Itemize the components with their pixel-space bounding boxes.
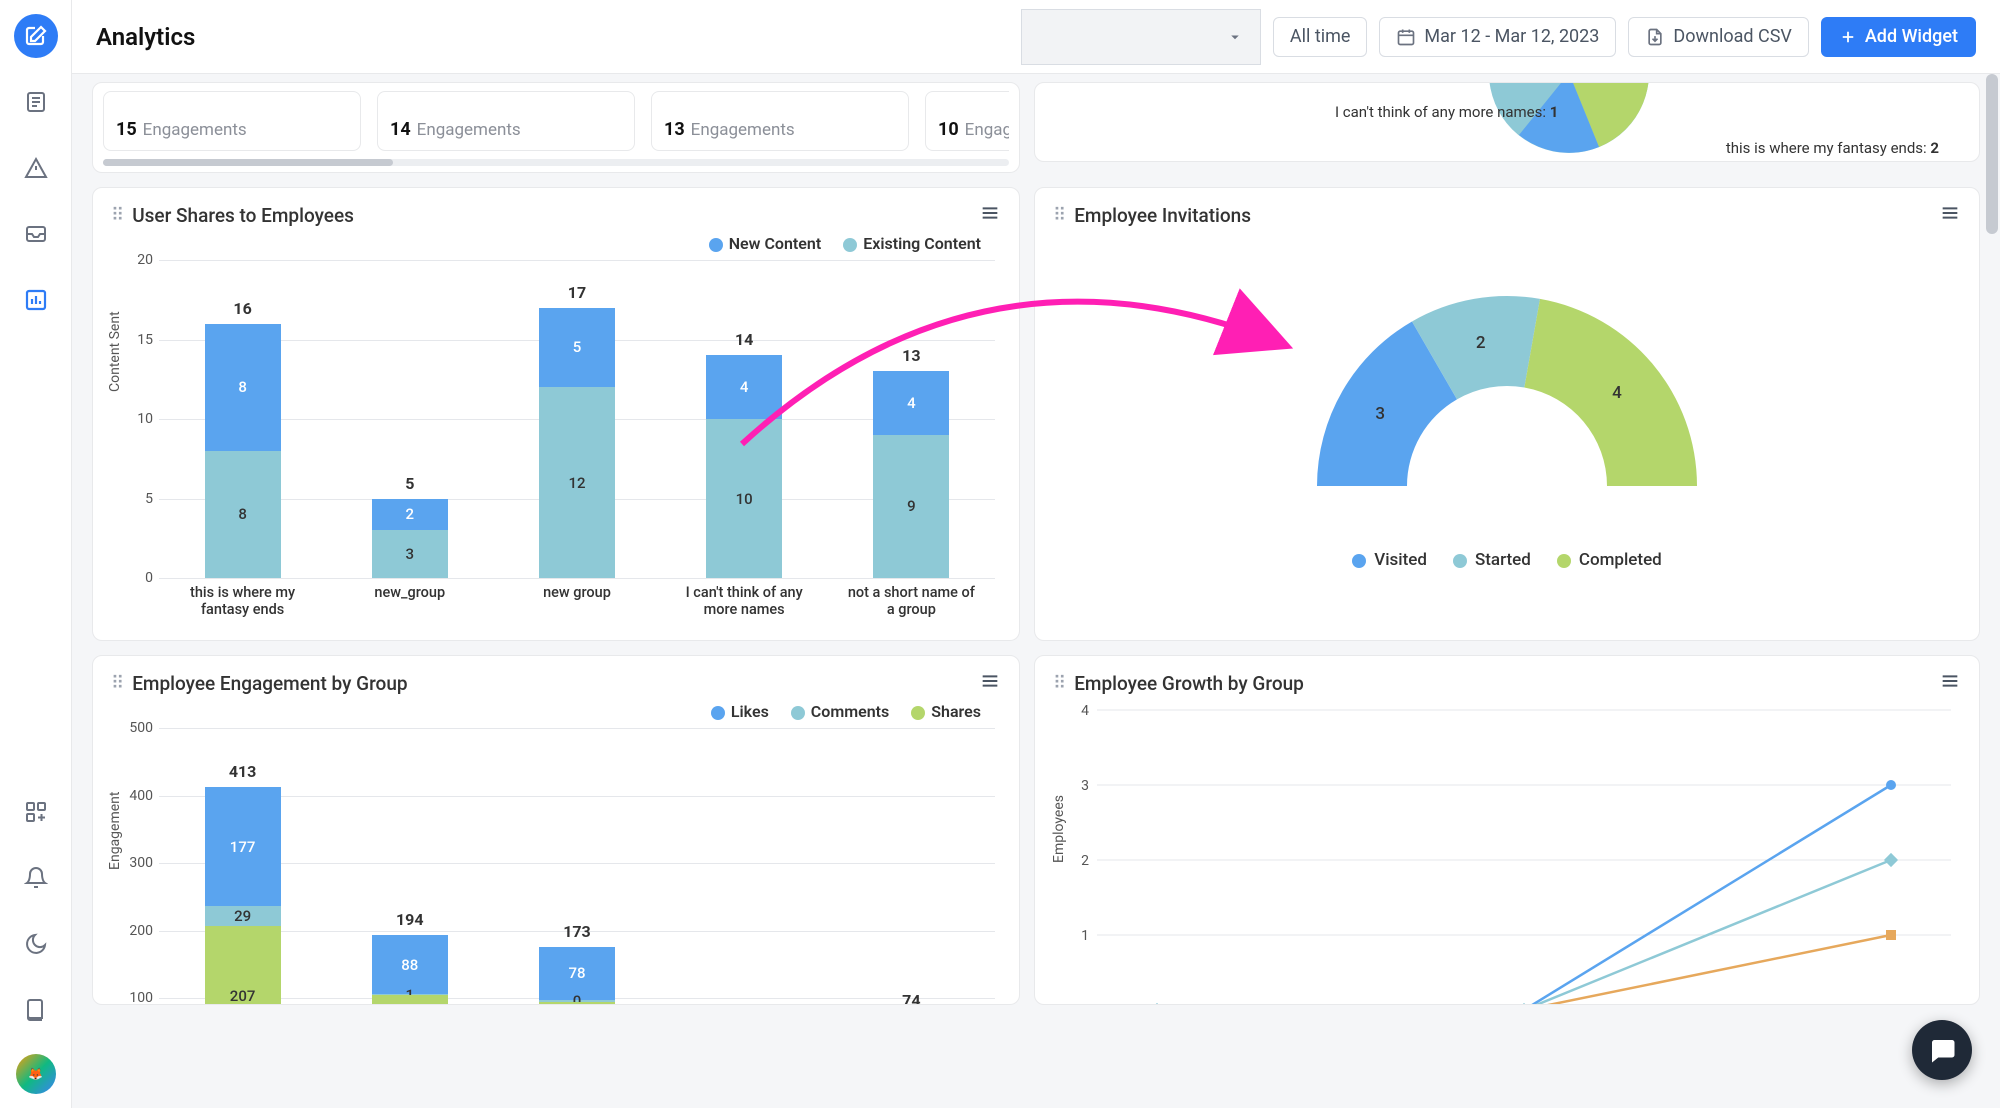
svg-text:4: 4 xyxy=(1081,703,1089,719)
scrollbar-thumb[interactable] xyxy=(103,159,393,166)
widget-menu-button[interactable] xyxy=(979,202,1001,228)
engagement-count: 10 xyxy=(938,119,959,140)
all-time-filter[interactable]: All time xyxy=(1273,17,1368,57)
svg-text:1: 1 xyxy=(1081,928,1089,944)
date-range-filter[interactable]: Mar 12 - Mar 12, 2023 xyxy=(1379,17,1616,57)
main: Analytics All time Mar 12 - Mar 12, 2023… xyxy=(72,0,2000,1108)
nav-docs[interactable] xyxy=(14,988,58,1032)
engagement-chart: 1002003004005004132072917719410518817395… xyxy=(159,728,995,1005)
svg-text:2: 2 xyxy=(1081,853,1089,869)
engagement-count: 13 xyxy=(664,119,685,140)
engagement-label: Engagements xyxy=(965,120,1009,140)
engagement-label: Engagements xyxy=(691,120,795,140)
widget-employee-invitations: ⠿ Employee Invitations 324 Visited Start… xyxy=(1034,187,1980,641)
nav-analytics[interactable] xyxy=(14,278,58,322)
drag-handle-icon[interactable]: ⠿ xyxy=(1053,673,1066,694)
engagement-label: Engagements xyxy=(417,120,521,140)
nav-inbox[interactable] xyxy=(14,212,58,256)
y-axis-label: Employees xyxy=(1051,795,1067,863)
all-time-label: All time xyxy=(1290,26,1351,47)
widget-title: Employee Engagement by Group xyxy=(132,672,407,695)
scrollbar-thumb[interactable] xyxy=(1986,74,1998,234)
widget-title: User Shares to Employees xyxy=(132,204,354,227)
engagement-card[interactable]: 15 Engagements xyxy=(103,91,361,151)
download-csv-label: Download CSV xyxy=(1673,26,1791,47)
download-csv-button[interactable]: Download CSV xyxy=(1628,17,1808,57)
add-widget-button[interactable]: Add Widget xyxy=(1821,17,1976,57)
vertical-scrollbar[interactable] xyxy=(1986,74,1998,474)
chart-legend: New Content Existing Content xyxy=(709,234,981,253)
widget-title: Employee Invitations xyxy=(1074,204,1251,227)
avatar[interactable]: 🦊 xyxy=(16,1054,56,1094)
page-title: Analytics xyxy=(96,23,195,51)
chart-legend: Likes Comments Shares xyxy=(711,702,981,721)
widget-employee-engagement: ⠿ Employee Engagement by Group Likes Com… xyxy=(92,655,1020,1005)
engagement-summary-widget: 15 Engagements 14 Engagements 13 Engagem… xyxy=(92,82,1020,173)
chat-icon xyxy=(1927,1035,1957,1065)
engagement-card[interactable]: 10 Engagements xyxy=(925,91,1009,151)
horizontal-scrollbar[interactable] xyxy=(103,159,1009,166)
nav-notifications[interactable] xyxy=(14,856,58,900)
nav-alerts[interactable] xyxy=(14,146,58,190)
engagement-count: 14 xyxy=(390,119,411,140)
drag-handle-icon[interactable]: ⠿ xyxy=(111,205,124,226)
y-axis-label: Engagement xyxy=(107,792,123,870)
intercom-chat-button[interactable] xyxy=(1912,1020,1972,1080)
pie-slice-label: this is where my fantasy ends: 2 xyxy=(1726,139,1939,157)
nav-apps[interactable] xyxy=(14,790,58,834)
engagement-label: Engagements xyxy=(143,120,247,140)
drag-handle-icon[interactable]: ⠿ xyxy=(1053,205,1066,226)
widget-menu-button[interactable] xyxy=(979,670,1001,696)
sidebar: 🦊 xyxy=(0,0,72,1108)
engagement-card[interactable]: 13 Engagements xyxy=(651,91,909,151)
compose-button[interactable] xyxy=(14,14,58,58)
widget-menu-button[interactable] xyxy=(1939,670,1961,696)
nav-documents[interactable] xyxy=(14,80,58,124)
date-range-label: Mar 12 - Mar 12, 2023 xyxy=(1424,26,1599,47)
pie-chart-partial xyxy=(1459,82,1679,162)
x-axis-labels: this is where my fantasy endsnew_groupne… xyxy=(159,584,995,632)
pie-slice-label: I can't think of any more names: 1 xyxy=(1335,103,1558,121)
growth-line-chart: 01234 xyxy=(1097,710,1951,1005)
svg-text:0: 0 xyxy=(1081,1003,1089,1005)
widget-employee-growth: ⠿ Employee Growth by Group Employees 012… xyxy=(1034,655,1980,1005)
content: 15 Engagements 14 Engagements 13 Engagem… xyxy=(72,74,2000,1108)
widget-user-shares: ⠿ User Shares to Employees New Content E… xyxy=(92,187,1020,641)
pie-widget-partial: I can't think of any more names: 1 this … xyxy=(1034,82,1980,162)
user-shares-chart: 05101520168853217125141041394 xyxy=(159,260,995,578)
download-icon xyxy=(1645,27,1665,47)
chevron-down-icon xyxy=(1226,28,1244,46)
drag-handle-icon[interactable]: ⠿ xyxy=(111,673,124,694)
engagement-count: 15 xyxy=(116,119,137,140)
add-widget-label: Add Widget xyxy=(1865,26,1958,47)
y-axis-label: Content Sent xyxy=(107,311,123,392)
widget-title: Employee Growth by Group xyxy=(1074,672,1304,695)
chart-legend: Visited Started Completed xyxy=(1352,550,1662,570)
invitations-semi-donut: 324 xyxy=(1307,286,1707,510)
calendar-icon xyxy=(1396,27,1416,47)
header: Analytics All time Mar 12 - Mar 12, 2023… xyxy=(72,0,2000,74)
tab-dropdown[interactable] xyxy=(1021,9,1261,65)
engagement-card[interactable]: 14 Engagements xyxy=(377,91,635,151)
svg-text:3: 3 xyxy=(1081,778,1089,794)
widget-menu-button[interactable] xyxy=(1939,202,1961,228)
nav-darkmode[interactable] xyxy=(14,922,58,966)
plus-icon xyxy=(1839,28,1857,46)
